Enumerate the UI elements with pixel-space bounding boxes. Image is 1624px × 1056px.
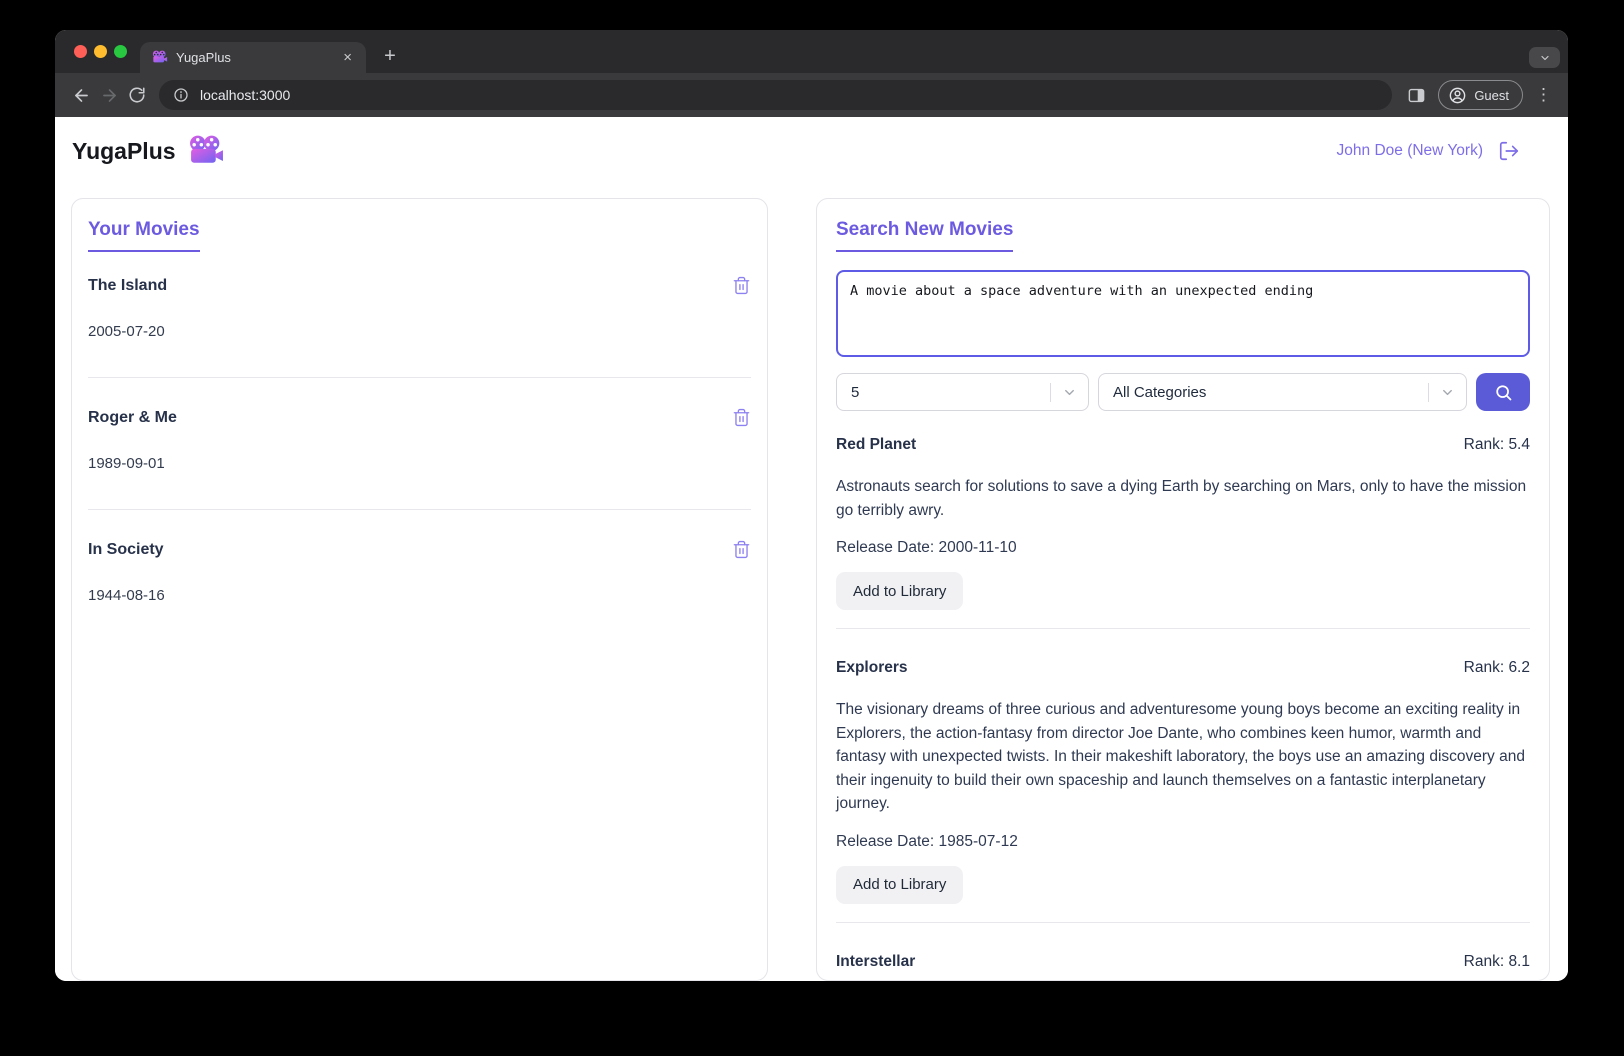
add-to-library-button[interactable]: Add to Library bbox=[836, 572, 964, 610]
forward-button[interactable] bbox=[95, 81, 123, 109]
browser-menu-button[interactable]: ⋮ bbox=[1531, 85, 1556, 105]
minimize-window-button[interactable] bbox=[94, 45, 107, 58]
traffic-lights bbox=[74, 45, 127, 58]
new-tab-button[interactable]: + bbox=[376, 42, 404, 70]
result-limit-select[interactable]: 5 bbox=[836, 373, 1089, 411]
delete-movie-button[interactable] bbox=[732, 540, 751, 559]
search-icon bbox=[1495, 384, 1511, 400]
browser-toolbar: localhost:3000 Guest ⋮ bbox=[55, 73, 1568, 117]
movie-title: In Society bbox=[88, 540, 164, 558]
tab-close-icon[interactable]: × bbox=[339, 49, 356, 66]
reload-icon bbox=[129, 87, 145, 103]
add-to-library-button[interactable]: Add to Library bbox=[836, 865, 964, 904]
chevron-down-icon bbox=[1051, 385, 1088, 400]
result-release-date: Release Date: 2000-11-10 bbox=[836, 539, 1017, 556]
trash-icon bbox=[733, 276, 750, 295]
result-rank: Rank: 8.1 bbox=[1463, 952, 1530, 970]
result-rank: Rank: 5.4 bbox=[1463, 436, 1530, 453]
tab-strip: YugaPlus × + bbox=[55, 30, 1568, 73]
movie-title: Roger & Me bbox=[88, 408, 177, 426]
result-description: The visionary dreams of three curious an… bbox=[836, 701, 1525, 812]
guest-avatar-icon bbox=[1449, 87, 1466, 103]
app-header: YugaPlus John Doe (New York) bbox=[55, 117, 1568, 185]
profile-button[interactable]: Guest bbox=[1438, 80, 1523, 110]
movie-title: The Island bbox=[88, 276, 168, 294]
result-title: Interstellar bbox=[836, 952, 916, 970]
brand-title: YugaPlus bbox=[72, 137, 176, 164]
address-bar[interactable]: localhost:3000 bbox=[159, 80, 1393, 110]
tab-title: YugaPlus bbox=[176, 50, 231, 65]
search-title: Search New Movies bbox=[836, 219, 1014, 252]
library-movie-row: Roger & Me 1989-09-01 bbox=[88, 377, 751, 509]
movie-release-date: 2005-07-20 bbox=[88, 323, 165, 340]
logout-button[interactable] bbox=[1498, 140, 1520, 162]
side-panel-icon bbox=[1408, 88, 1425, 102]
your-movies-title: Your Movies bbox=[88, 219, 200, 252]
delete-movie-button[interactable] bbox=[732, 276, 751, 295]
search-button[interactable] bbox=[1476, 373, 1530, 411]
site-info-icon[interactable] bbox=[169, 83, 193, 107]
chevron-down-icon bbox=[1429, 385, 1466, 400]
search-panel: Search New Movies A movie about a space … bbox=[816, 198, 1550, 981]
trash-icon bbox=[733, 408, 750, 427]
delete-movie-button[interactable] bbox=[732, 408, 751, 427]
side-panel-button[interactable] bbox=[1402, 81, 1430, 109]
tab-search-button[interactable] bbox=[1529, 47, 1560, 68]
result-limit-value: 5 bbox=[851, 383, 860, 401]
app-page: YugaPlus John Doe (New York) Your Movies… bbox=[55, 117, 1568, 981]
search-query-input[interactable]: A movie about a space adventure with an … bbox=[836, 270, 1530, 357]
browser-tab-yugaplus[interactable]: YugaPlus × bbox=[140, 42, 366, 73]
search-controls: 5 All Categories bbox=[836, 373, 1530, 411]
tab-favicon-movie-camera-icon bbox=[152, 50, 168, 65]
category-select[interactable]: All Categories bbox=[1098, 373, 1467, 411]
url-text: localhost:3000 bbox=[200, 87, 291, 103]
close-window-button[interactable] bbox=[74, 45, 87, 58]
arrow-right-icon bbox=[102, 88, 116, 102]
your-movies-panel: Your Movies The Island 2005-07-20 Roger … bbox=[71, 198, 768, 981]
zoom-window-button[interactable] bbox=[114, 45, 127, 58]
back-button[interactable] bbox=[67, 81, 95, 109]
movie-release-date: 1989-09-01 bbox=[88, 455, 165, 472]
search-result-row: Interstellar Rank: 8.1 bbox=[836, 921, 1530, 982]
result-title: Red Planet bbox=[836, 436, 917, 453]
user-label: John Doe (New York) bbox=[1336, 142, 1483, 159]
result-title: Explorers bbox=[836, 659, 908, 676]
chevron-down-icon bbox=[1540, 55, 1549, 60]
main-content: Your Movies The Island 2005-07-20 Roger … bbox=[55, 185, 1568, 981]
category-value: All Categories bbox=[1113, 383, 1207, 401]
arrow-left-icon bbox=[74, 88, 88, 102]
search-result-row: Red Planet Rank: 5.4 Astronauts search f… bbox=[836, 411, 1530, 628]
result-rank: Rank: 6.2 bbox=[1463, 659, 1530, 676]
movie-camera-icon bbox=[188, 135, 225, 168]
movie-release-date: 1944-08-16 bbox=[88, 587, 165, 604]
library-movie-row: In Society 1944-08-16 bbox=[88, 509, 751, 641]
browser-window: YugaPlus × + localhost:3000 Guest ⋮ Yuga… bbox=[55, 30, 1568, 981]
logout-icon bbox=[1499, 141, 1519, 161]
profile-label: Guest bbox=[1474, 87, 1509, 103]
library-movie-row: The Island 2005-07-20 bbox=[88, 252, 751, 377]
result-release-date: Release Date: 1985-07-12 bbox=[836, 832, 1018, 850]
result-description: Astronauts search for solutions to save … bbox=[836, 478, 1527, 519]
reload-button[interactable] bbox=[123, 81, 151, 109]
search-result-row: Explorers Rank: 6.2 The visionary dreams… bbox=[836, 628, 1530, 922]
trash-icon bbox=[733, 540, 750, 559]
